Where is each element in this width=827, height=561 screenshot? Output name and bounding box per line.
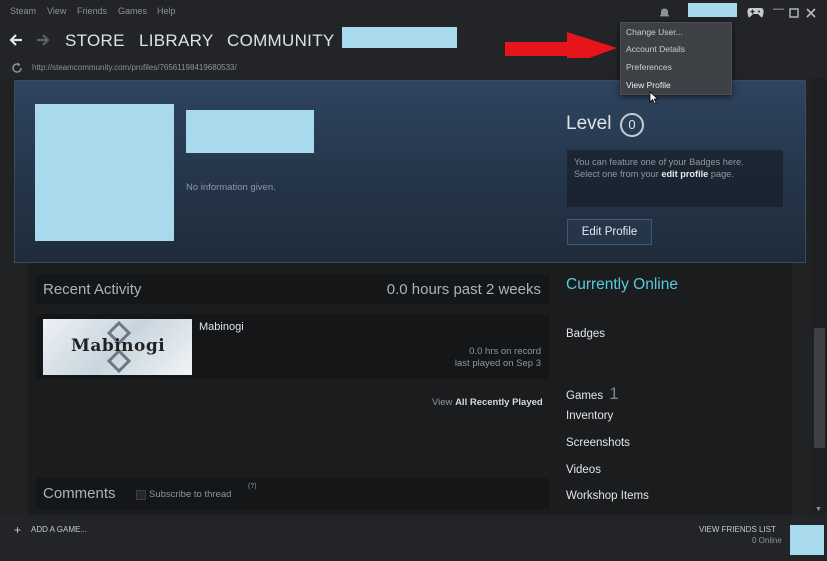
scrollbar-thumb[interactable] (814, 328, 825, 448)
menu-steam[interactable]: Steam (10, 6, 36, 16)
comments-header: Comments Subscribe to thread (?) (36, 478, 549, 510)
dropdown-account-details[interactable]: Account Details (626, 44, 685, 54)
page-scrollbar[interactable]: ▼ (812, 78, 827, 515)
game-logo-text: Mabinogi (71, 336, 166, 356)
game-capsule[interactable]: Mabinogi (43, 319, 192, 375)
game-hours: 0.0 hrs on record (469, 346, 541, 357)
mouse-cursor-icon (649, 91, 659, 105)
sidebar-games-label: Games (566, 390, 604, 402)
level-label: Level (566, 113, 612, 134)
avatar[interactable] (35, 104, 174, 241)
nav-community[interactable]: COMMUNITY (227, 31, 335, 51)
minimize-icon[interactable]: — (773, 3, 784, 15)
nav-library[interactable]: LIBRARY (139, 31, 214, 51)
add-game-plus-icon[interactable]: + (14, 523, 21, 537)
friends-online-count: 0 Online (752, 536, 782, 545)
recent-activity-header: Recent Activity 0.0 hours past 2 weeks (36, 274, 549, 304)
sidebar-badges[interactable]: Badges (566, 328, 605, 340)
edit-profile-button-label: Edit Profile (581, 226, 638, 238)
menu-help[interactable]: Help (157, 6, 176, 16)
sidebar-screenshots[interactable]: Screenshots (566, 437, 630, 449)
badge-hint-post: page. (708, 169, 734, 179)
edit-profile-button[interactable]: Edit Profile (567, 219, 652, 245)
menu-games[interactable]: Games (118, 6, 147, 16)
scroll-down-icon[interactable]: ▼ (815, 506, 822, 513)
close-icon[interactable] (806, 5, 816, 23)
profile-main-panel: Recent Activity 0.0 hours past 2 weeks M… (28, 263, 792, 515)
big-picture-controller-icon[interactable] (747, 5, 764, 23)
game-last-played: last played on Sep 3 (454, 358, 541, 369)
view-friends-list-button[interactable]: VIEW FRIENDS LIST (699, 525, 776, 534)
game-name[interactable]: Mabinogi (199, 321, 244, 333)
subscribe-label[interactable]: Subscribe to thread (149, 489, 231, 500)
maximize-icon[interactable] (789, 5, 799, 23)
level-badge: 0 (620, 113, 644, 137)
bottom-bar: + ADD A GAME... VIEW FRIENDS LIST 0 Onli… (0, 515, 827, 561)
recent-activity-title: Recent Activity (43, 281, 142, 298)
online-status: Currently Online (566, 276, 678, 293)
refresh-icon[interactable] (11, 61, 23, 79)
forward-arrow-icon[interactable] (36, 33, 50, 52)
profile-name-redacted (186, 110, 314, 153)
notification-icon[interactable] (659, 5, 670, 23)
sidebar-videos[interactable]: Videos (566, 464, 601, 476)
recent-game-row: Mabinogi Mabinogi 0.0 hrs on record last… (36, 314, 549, 379)
back-arrow-icon[interactable] (9, 33, 23, 52)
nav-username-redacted[interactable] (342, 27, 457, 48)
badge-hint-line1: You can feature one of your Badges here. (574, 157, 744, 167)
profile-page: No information given. Level 0 You can fe… (0, 78, 812, 515)
badge-showcase: You can feature one of your Badges here.… (567, 150, 783, 207)
edit-profile-link[interactable]: edit profile (661, 169, 708, 179)
comments-title: Comments (43, 485, 116, 502)
subscribe-checkbox[interactable] (136, 490, 146, 500)
level-value: 0 (628, 117, 636, 132)
sidebar-games[interactable]: Games 1 (566, 384, 619, 404)
menu-view[interactable]: View (47, 6, 66, 16)
friends-avatar-redacted[interactable] (790, 525, 824, 555)
account-dropdown: Change User... Account Details Preferenc… (620, 22, 732, 95)
subscribe-help[interactable]: (?) (248, 483, 257, 490)
dropdown-view-profile[interactable]: View Profile (626, 80, 671, 90)
url-text[interactable]: http://steamcommunity.com/profiles/76561… (32, 63, 237, 72)
sidebar-games-count: 1 (609, 384, 619, 403)
view-all-recently-played[interactable]: View All Recently Played (432, 397, 543, 408)
badge-hint-pre: Select one from your (574, 169, 662, 179)
username-redacted[interactable] (688, 3, 737, 17)
sidebar-workshop[interactable]: Workshop Items (566, 490, 649, 502)
recent-activity-hours: 0.0 hours past 2 weeks (386, 281, 541, 298)
menu-bar: Steam View Friends Games Help — (0, 0, 827, 24)
sidebar-inventory[interactable]: Inventory (566, 410, 613, 422)
menu-friends[interactable]: Friends (77, 6, 107, 16)
profile-header: No information given. Level 0 You can fe… (14, 80, 806, 263)
add-game-button[interactable]: ADD A GAME... (31, 525, 87, 534)
dropdown-change-user[interactable]: Change User... (626, 27, 683, 37)
view-all-link[interactable]: All Recently Played (455, 397, 543, 408)
nav-store[interactable]: STORE (65, 31, 125, 51)
view-all-pre: View (432, 397, 456, 408)
profile-summary: No information given. (186, 182, 276, 193)
dropdown-preferences[interactable]: Preferences (626, 62, 672, 72)
